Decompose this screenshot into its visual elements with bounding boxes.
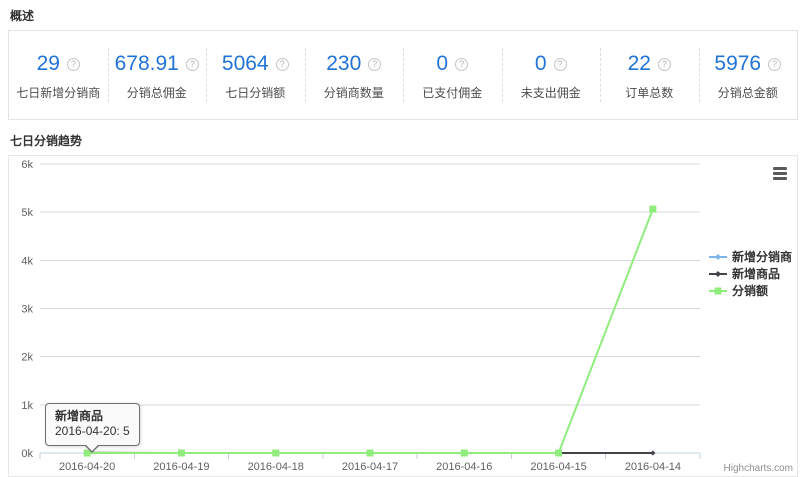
help-icon[interactable]: ? [768, 58, 781, 71]
stat-label: 分销商数量 [305, 84, 404, 101]
y-axis-label: 3k [21, 304, 33, 316]
legend-marker-icon [709, 251, 727, 263]
data-point[interactable] [178, 450, 185, 457]
trend-title: 七日分销趋势 [0, 120, 806, 155]
highcharts-credits[interactable]: Highcharts.com [724, 463, 793, 474]
overview-stats-panel: 29? 七日新增分销商 678.91? 分销总佣金 5064? 七日分销额 230? 分销商数… [8, 30, 798, 120]
stat-value: 5064 [222, 52, 269, 76]
series-line [87, 209, 653, 453]
data-point[interactable] [367, 450, 374, 457]
stat-label: 分销总佣金 [108, 84, 207, 101]
data-point[interactable] [555, 450, 562, 457]
tooltip-value: 2016-04-20: 5 [55, 424, 130, 439]
legend-item[interactable]: 新增商品 [709, 265, 792, 282]
help-icon[interactable]: ? [554, 58, 567, 71]
x-axis-label: 2016-04-18 [248, 461, 304, 473]
stat-label: 分销总金额 [699, 84, 798, 101]
stat-item: 29? 七日新增分销商 [9, 49, 108, 101]
data-point[interactable] [461, 450, 468, 457]
help-icon[interactable]: ? [67, 58, 80, 71]
y-axis-label: 5k [21, 207, 33, 219]
data-point[interactable] [649, 206, 656, 213]
x-axis-label: 2016-04-15 [530, 461, 586, 473]
data-point[interactable] [272, 450, 279, 457]
y-axis-label: 4k [21, 255, 33, 267]
legend-item[interactable]: 分销额 [709, 282, 792, 299]
stat-label: 已支付佣金 [403, 84, 502, 101]
x-axis-label: 2016-04-20 [59, 461, 115, 473]
stat-label: 七日分销额 [206, 84, 305, 101]
stat-value: 678.91 [115, 52, 179, 76]
x-axis-label: 2016-04-19 [153, 461, 209, 473]
x-axis-label: 2016-04-16 [436, 461, 492, 473]
data-point[interactable] [715, 271, 721, 277]
chart-legend: 新增分销商新增商品分销额 [709, 248, 792, 299]
y-axis-label: 6k [21, 159, 33, 171]
data-point[interactable] [715, 287, 722, 294]
stat-item: 678.91? 分销总佣金 [108, 49, 207, 101]
y-axis-label: 2k [21, 352, 33, 364]
stat-item: 0? 未支出佣金 [502, 49, 601, 101]
legend-marker-icon [709, 285, 727, 297]
trend-chart-panel: 0k 1k 2k 3k 4k 5k 6k 2016-04-20 2016-04-19 2016-0… [8, 155, 798, 477]
stat-label: 未支出佣金 [502, 84, 601, 101]
hamburger-icon [773, 167, 787, 170]
stat-value: 0 [535, 52, 547, 76]
legend-label: 新增商品 [732, 265, 780, 282]
legend-label: 新增分销商 [732, 248, 792, 265]
help-icon[interactable]: ? [658, 58, 671, 71]
y-axis-label: 1k [21, 400, 33, 412]
legend-label: 分销额 [732, 282, 768, 299]
help-icon[interactable]: ? [368, 58, 381, 71]
tooltip-arrow [85, 444, 99, 451]
stat-item: 22? 订单总数 [600, 49, 699, 101]
export-menu-button[interactable] [772, 166, 788, 180]
stat-value: 22 [628, 52, 651, 76]
chart-tooltip: 新增商品 2016-04-20: 5 [45, 403, 140, 446]
y-axis-label: 0k [21, 448, 33, 460]
help-icon[interactable]: ? [186, 58, 199, 71]
stat-label: 订单总数 [600, 84, 699, 101]
tooltip-series-name: 新增商品 [55, 409, 130, 424]
help-icon[interactable]: ? [455, 58, 468, 71]
hamburger-icon [773, 172, 787, 175]
stat-item: 230? 分销商数量 [305, 49, 404, 101]
data-point[interactable] [650, 451, 655, 456]
help-icon[interactable]: ? [276, 58, 289, 71]
stat-label: 七日新增分销商 [9, 84, 108, 101]
hamburger-icon [773, 177, 787, 180]
stat-item: 0? 已支付佣金 [403, 49, 502, 101]
stat-value: 29 [37, 52, 60, 76]
data-point[interactable] [715, 254, 721, 260]
stat-value: 230 [326, 52, 361, 76]
x-axis-label: 2016-04-14 [625, 461, 681, 473]
x-axis-label: 2016-04-17 [342, 461, 398, 473]
legend-item[interactable]: 新增分销商 [709, 248, 792, 265]
overview-title: 概述 [0, 0, 806, 30]
stat-item: 5064? 七日分销额 [206, 49, 305, 101]
stat-item: 5976? 分销总金额 [699, 49, 798, 101]
stat-value: 0 [436, 52, 448, 76]
legend-marker-icon [709, 268, 727, 280]
stat-value: 5976 [714, 52, 761, 76]
